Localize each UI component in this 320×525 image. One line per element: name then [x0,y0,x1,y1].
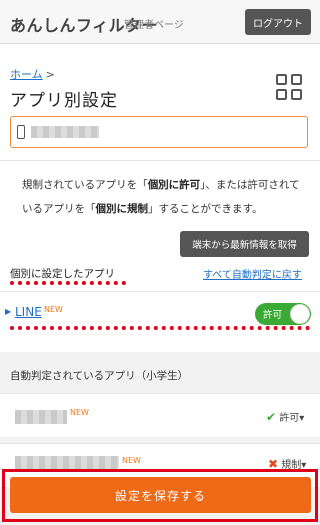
highlight-underline [10,326,310,330]
new-badge: NEW [70,408,89,417]
divider [0,160,320,161]
individual-apps-label: 個別に設定したアプリ [10,268,115,280]
smartphone-icon [17,125,25,139]
status-dropdown[interactable]: ✔ 許可▾ [266,409,304,424]
device-selector[interactable] [10,116,308,148]
divider [0,291,320,292]
app-name-redacted [15,410,67,424]
app-name-redacted [15,456,119,470]
app-header: あんしんフィルター 管理者ページ ログアウト [0,0,320,44]
toggle-label: 許可 [263,310,283,321]
auto-judged-label: 自動判定されているアプリ（小学生） [10,370,189,382]
reset-all-auto-link[interactable]: すべて自動判定に戻す [203,266,302,281]
highlight-underline [10,281,126,285]
refresh-from-device-button[interactable]: 端末から最新情報を取得 [180,231,309,257]
new-badge: NEW [44,305,63,314]
toggle-knob [290,304,310,324]
check-icon: ✔ [266,410,277,424]
brand-subtitle: 管理者ページ [124,20,184,31]
breadcrumb-home-link[interactable]: ホーム [10,68,43,81]
caret-right-icon: ▶ [5,307,12,316]
grid-icon[interactable] [276,74,304,102]
chevron-down-icon: ▾ [299,413,305,424]
description-text: 規制されているアプリを「個別に許可」、または許可されているアプリを「個別に規制」… [22,179,300,215]
page-title: アプリ別設定 [10,91,118,111]
logout-button[interactable]: ログアウト [245,9,311,35]
device-name-redacted [31,126,99,138]
allow-toggle[interactable]: 許可 [255,303,311,325]
save-settings-button[interactable]: 設定を保存する [10,477,311,513]
new-badge: NEW [122,456,141,465]
breadcrumb-separator: > [45,68,55,81]
status-label: 許可 [279,413,300,424]
app-name-link[interactable]: LINE [15,305,42,319]
breadcrumb: ホーム > [10,66,55,82]
auto-app-row[interactable]: NEW ✔ 許可▾ [0,393,320,437]
